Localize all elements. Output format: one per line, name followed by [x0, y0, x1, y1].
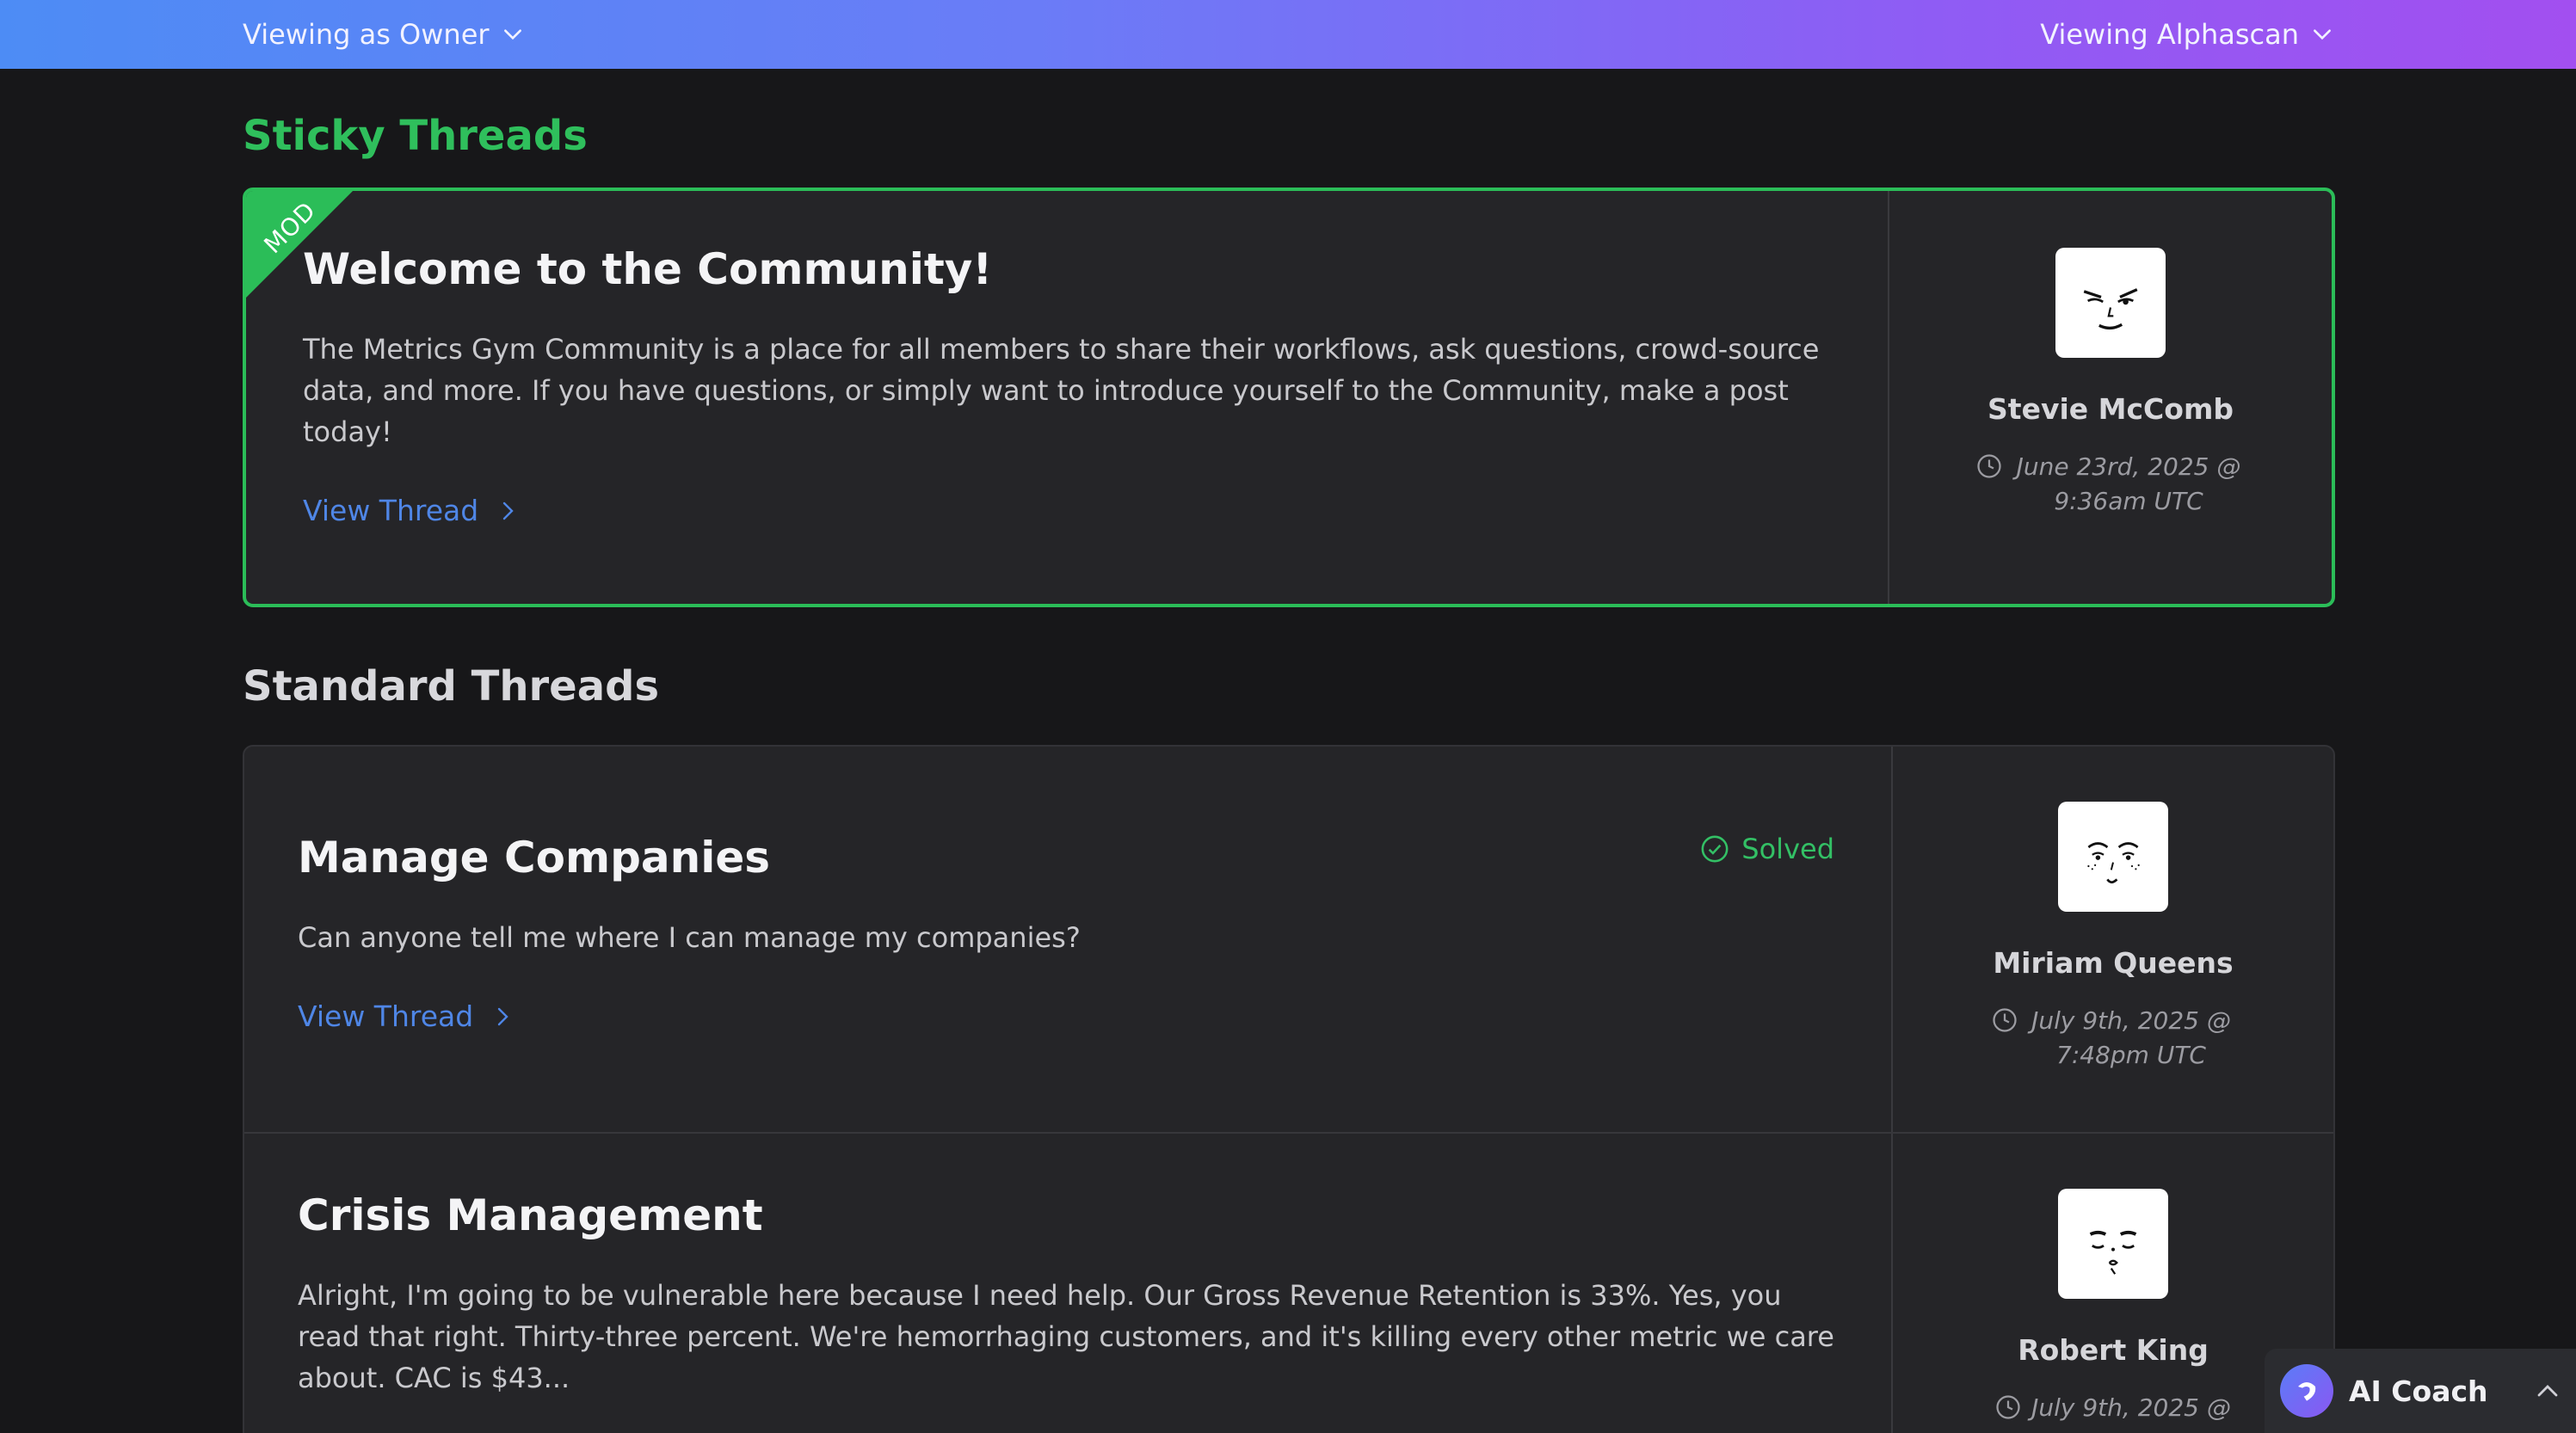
thread-excerpt: The Metrics Gym Community is a place for…: [303, 333, 1820, 448]
thread-row: Manage Companies Solved Can anyone tell …: [244, 747, 2333, 1134]
thread-author-panel: Miriam Queens July 9th, 2025 @ 7:48pm UT…: [1891, 747, 2333, 1132]
standard-thread-list: Manage Companies Solved Can anyone tell …: [243, 745, 2335, 1433]
viewing-role-label: Viewing as Owner: [243, 18, 490, 51]
face-avatar-icon: [2083, 288, 2138, 330]
view-thread-link[interactable]: View Thread: [303, 494, 518, 527]
viewing-role-select[interactable]: Viewing as Owner: [243, 18, 524, 51]
view-thread-link[interactable]: View Thread: [298, 999, 513, 1033]
thread-title[interactable]: Manage Companies: [298, 833, 1834, 883]
viewing-org-select[interactable]: Viewing Alphascan: [2040, 18, 2333, 51]
check-circle-icon: [1701, 835, 1729, 863]
sticky-thread-card: MOD Welcome to the Community! The Metric…: [243, 188, 2335, 607]
author-name[interactable]: Robert King: [2018, 1333, 2209, 1367]
face-avatar-icon: [2089, 1230, 2137, 1275]
author-name[interactable]: Stevie McComb: [1987, 392, 2234, 426]
standard-threads-heading: Standard Threads: [243, 662, 660, 710]
ai-coach-widget[interactable]: AI Coach: [2265, 1349, 2576, 1433]
thread-content: Welcome to the Community! The Metrics Gy…: [246, 191, 1888, 604]
clock-icon: [1977, 454, 2001, 478]
view-thread-label: View Thread: [303, 494, 479, 527]
thread-row: Crisis Management Alright, I'm going to …: [244, 1134, 2333, 1433]
post-timestamp: July 9th, 2025 @ 7:48pm UTC: [1992, 1004, 2234, 1073]
avatar[interactable]: [2058, 1189, 2168, 1299]
timestamp-text: June 23rd, 2025 @ 9:36am UTC: [2016, 452, 2241, 515]
ai-coach-label: AI Coach: [2349, 1374, 2488, 1408]
avatar[interactable]: [2058, 802, 2168, 912]
chevron-right-icon: [497, 1007, 508, 1025]
post-timestamp: July 9th, 2025 @: [1995, 1391, 2231, 1425]
author-name[interactable]: Miriam Queens: [1993, 946, 2233, 980]
chevron-right-icon: [502, 501, 514, 520]
thread-title[interactable]: Crisis Management: [298, 1190, 1834, 1240]
thread-title[interactable]: Welcome to the Community!: [303, 244, 1831, 294]
thread-excerpt: Alright, I'm going to be vulnerable here…: [298, 1279, 1834, 1394]
solved-label: Solved: [1741, 833, 1834, 865]
top-bar: Viewing as Owner Viewing Alphascan: [0, 0, 2576, 69]
ai-coach-logo-icon: [2280, 1364, 2333, 1418]
timestamp-text: July 9th, 2025 @: [2031, 1393, 2231, 1422]
avatar[interactable]: [2055, 248, 2166, 358]
thread-author-panel: Stevie McComb June 23rd, 2025 @ 9:36am U…: [1888, 191, 2332, 604]
thread-content: Crisis Management Alright, I'm going to …: [244, 1134, 1891, 1433]
chevron-down-icon: [2314, 29, 2331, 40]
chevron-up-icon[interactable]: [2535, 1378, 2561, 1404]
viewing-org-label: Viewing Alphascan: [2040, 18, 2299, 51]
view-thread-label: View Thread: [298, 999, 474, 1033]
clock-icon: [1993, 1008, 2017, 1032]
thread-excerpt: Can anyone tell me where I can manage my…: [298, 921, 1081, 954]
solved-badge: Solved: [1700, 833, 1834, 865]
face-avatar-icon: [2087, 842, 2140, 884]
sticky-threads-heading: Sticky Threads: [243, 112, 588, 160]
thread-content: Manage Companies Solved Can anyone tell …: [244, 747, 1891, 1132]
timestamp-text: July 9th, 2025 @ 7:48pm UTC: [2031, 1006, 2231, 1069]
chevron-down-icon: [503, 29, 521, 40]
post-timestamp: June 23rd, 2025 @ 9:36am UTC: [1976, 450, 2245, 519]
clock-icon: [1996, 1395, 2020, 1419]
